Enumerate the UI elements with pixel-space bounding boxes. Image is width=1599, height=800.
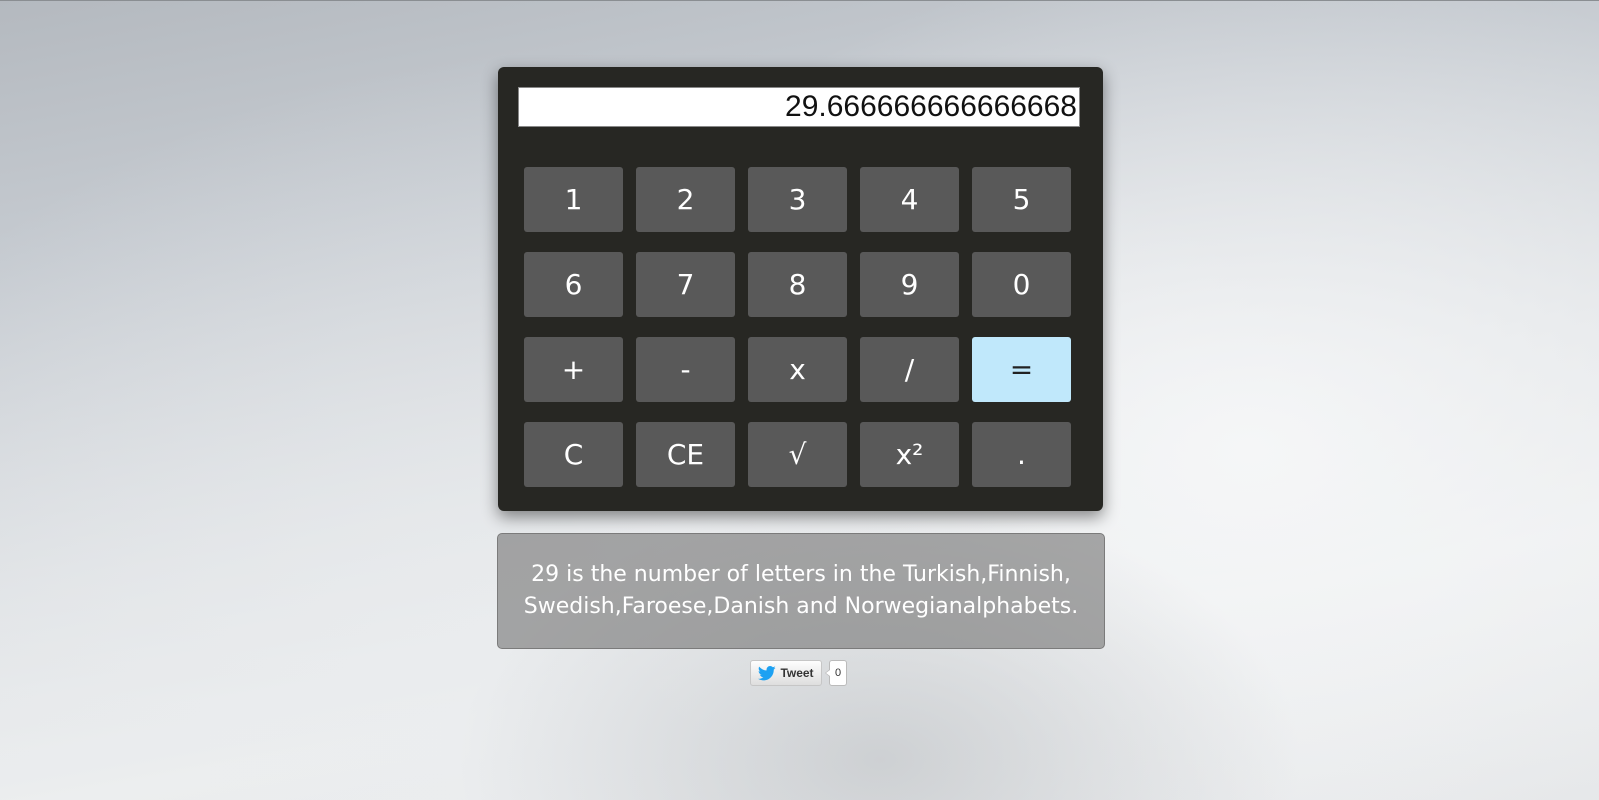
- square-root-button[interactable]: √: [748, 422, 847, 487]
- key-2[interactable]: 2: [636, 167, 735, 232]
- keypad: 1 2 3 4 5 6 7 8 9 0 + - x / = C CE √ x² …: [524, 167, 1072, 487]
- tweet-button[interactable]: Tweet: [750, 660, 822, 686]
- twitter-bird-icon: [758, 665, 777, 681]
- square-button[interactable]: x²: [860, 422, 959, 487]
- multiply-button[interactable]: x: [748, 337, 847, 402]
- tweet-widget: Tweet 0: [750, 660, 847, 686]
- key-0[interactable]: 0: [972, 252, 1071, 317]
- tweet-count: 0: [825, 660, 847, 686]
- divide-button[interactable]: /: [860, 337, 959, 402]
- decimal-point-button[interactable]: .: [972, 422, 1071, 487]
- key-8[interactable]: 8: [748, 252, 847, 317]
- clear-entry-button[interactable]: CE: [636, 422, 735, 487]
- key-5[interactable]: 5: [972, 167, 1071, 232]
- number-fact-box: 29 is the number of letters in the Turki…: [497, 533, 1105, 649]
- key-9[interactable]: 9: [860, 252, 959, 317]
- key-1[interactable]: 1: [524, 167, 623, 232]
- number-fact-text: 29 is the number of letters in the Turki…: [523, 562, 1079, 619]
- key-6[interactable]: 6: [524, 252, 623, 317]
- calculator-display: 29.666666666666668: [518, 87, 1080, 127]
- clear-button[interactable]: C: [524, 422, 623, 487]
- calculator: 29.666666666666668 1 2 3 4 5 6 7 8 9 0 +…: [498, 67, 1103, 511]
- tweet-label: Tweet: [780, 666, 814, 680]
- add-button[interactable]: +: [524, 337, 623, 402]
- key-7[interactable]: 7: [636, 252, 735, 317]
- key-4[interactable]: 4: [860, 167, 959, 232]
- subtract-button[interactable]: -: [636, 337, 735, 402]
- equals-button[interactable]: =: [972, 337, 1071, 402]
- key-3[interactable]: 3: [748, 167, 847, 232]
